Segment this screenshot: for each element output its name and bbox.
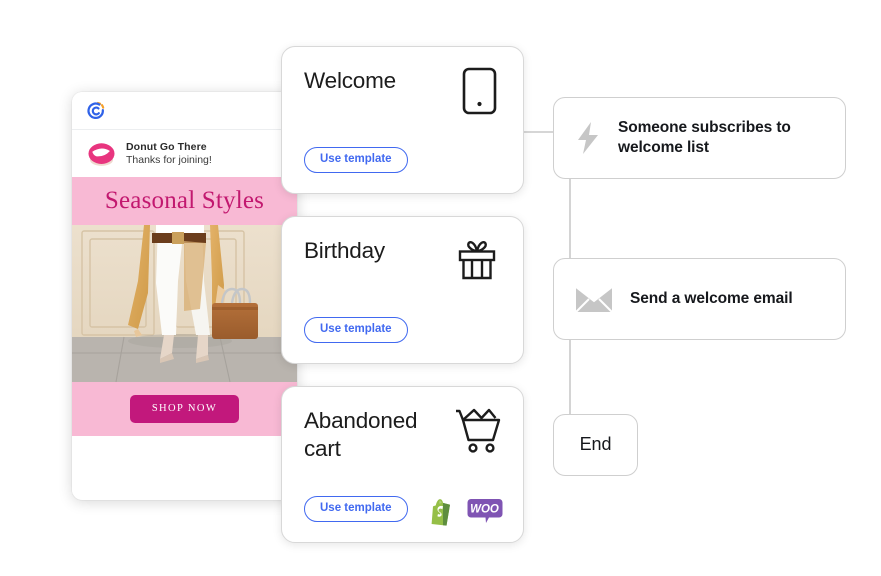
template-card-title: Abandoned cart [304, 408, 418, 461]
donut-logo-icon [88, 142, 115, 166]
use-template-button[interactable]: Use template [304, 495, 408, 522]
flow-node-label: Send a welcome email [630, 289, 793, 307]
store-integration-badges: WOO [430, 496, 503, 526]
flow-node-label: End [579, 434, 612, 455]
shopping-cart-icon [451, 406, 501, 459]
shopify-badge-icon [431, 499, 450, 526]
use-template-button[interactable]: Use template [304, 146, 408, 173]
gift-box-icon [453, 236, 501, 289]
envelope-icon [575, 285, 613, 313]
email-cta-band: SHOP NOW [72, 382, 297, 436]
flow-node-send-email[interactable]: Send a welcome email [553, 258, 846, 340]
constant-contact-logo-icon [87, 101, 105, 119]
template-card-title: Birthday [304, 238, 385, 263]
email-subject-line: Thanks for joining! [126, 153, 212, 166]
email-preview-topbar [72, 92, 297, 130]
woocommerce-badge-icon: WOO [467, 499, 503, 523]
lightning-bolt-icon [578, 122, 598, 154]
flow-node-end[interactable]: End [553, 414, 638, 476]
svg-text:WOO: WOO [470, 503, 499, 515]
email-sender-name: Donut Go There [126, 140, 207, 153]
email-preview-footer [72, 436, 297, 494]
flow-node-trigger[interactable]: Someone subscribes to welcome list [553, 97, 846, 179]
flow-node-label: Someone subscribes to welcome list [618, 118, 791, 156]
shop-now-button[interactable]: SHOP NOW [129, 394, 240, 424]
template-card-birthday[interactable]: Birthday Use template [281, 216, 524, 364]
email-hero-photo [72, 225, 297, 382]
fashion-photo-illustration [72, 225, 297, 382]
email-sender-row: Donut Go There Thanks for joining! [72, 130, 297, 177]
email-banner: Seasonal Styles [72, 177, 297, 225]
email-sender-text: Donut Go There Thanks for joining! [126, 141, 212, 167]
mobile-phone-icon [461, 66, 501, 121]
template-card-title: Welcome [304, 68, 396, 93]
template-card-abandoned-cart[interactable]: Abandoned cart Use template WOO [281, 386, 524, 543]
use-template-button[interactable]: Use template [304, 316, 408, 343]
email-banner-title: Seasonal Styles [104, 187, 265, 214]
template-card-welcome[interactable]: Welcome Use template [281, 46, 524, 194]
email-preview-card: Donut Go There Thanks for joining! Seaso… [72, 92, 297, 500]
